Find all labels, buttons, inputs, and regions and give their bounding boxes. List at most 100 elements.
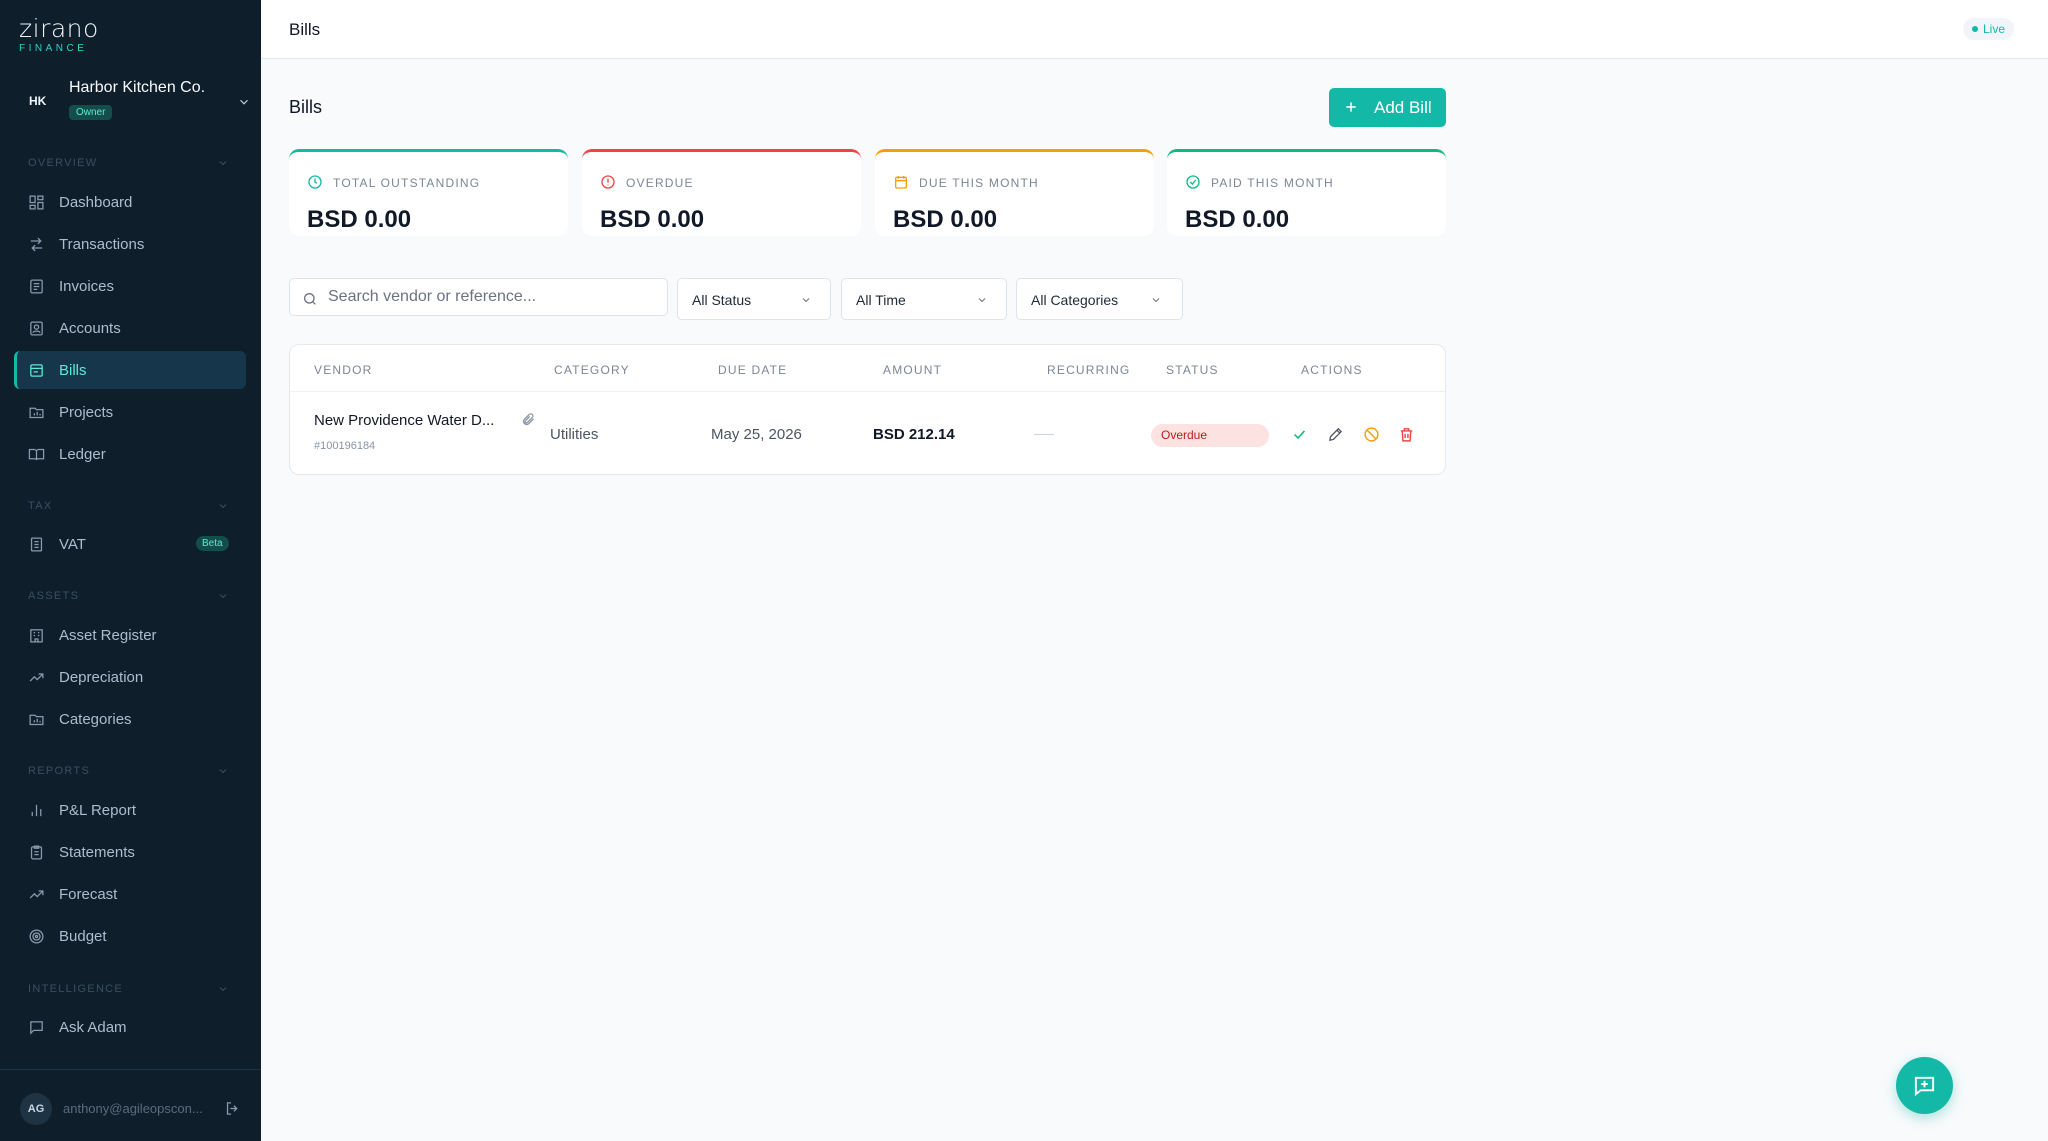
beta-badge: Beta xyxy=(196,536,229,551)
section-reports[interactable]: REPORTS xyxy=(28,765,90,777)
ban-icon[interactable] xyxy=(1363,426,1380,443)
vendor-reference: #100196184 xyxy=(314,440,376,452)
sidebar-item-vat[interactable]: VAT Beta xyxy=(14,525,246,563)
summary-card-paid-this-month: PAID THIS MONTH BSD 0.00 xyxy=(1167,149,1446,236)
receipt-icon xyxy=(30,364,43,377)
summary-card-overdue: OVERDUE BSD 0.00 xyxy=(582,149,861,236)
live-status-badge: Live xyxy=(1963,18,2015,40)
search-icon xyxy=(304,293,316,305)
card-value: BSD 0.00 xyxy=(307,206,412,233)
sidebar-item-label: Dashboard xyxy=(59,194,133,211)
sidebar-item-label: Statements xyxy=(59,844,135,861)
sidebar-item-label: Bills xyxy=(59,362,87,379)
bar-chart-icon xyxy=(31,804,42,817)
sidebar-item-ledger[interactable]: Ledger xyxy=(14,435,246,473)
pencil-icon[interactable] xyxy=(1327,426,1344,443)
column-header-recurring[interactable]: RECURRING xyxy=(1047,363,1130,377)
arrows-swap-icon xyxy=(30,237,43,252)
plus-icon xyxy=(1346,102,1356,112)
status-filter-value: All Status xyxy=(692,292,752,308)
due-date-cell: May 25, 2026 xyxy=(711,426,802,443)
calendar-icon xyxy=(895,176,907,189)
sidebar-item-asset-register[interactable]: Asset Register xyxy=(14,616,246,654)
column-header-vendor[interactable]: VENDOR xyxy=(314,363,373,377)
vendor-name[interactable]: New Providence Water D... xyxy=(314,412,494,429)
sidebar-item-label: Forecast xyxy=(59,886,118,903)
sidebar-item-label: Transactions xyxy=(59,236,145,253)
card-label: DUE THIS MONTH xyxy=(919,176,1039,190)
sidebar-item-invoices[interactable]: Invoices xyxy=(14,267,246,305)
time-filter-value: All Time xyxy=(856,292,906,308)
table-row[interactable]: New Providence Water D... #100196184 Uti… xyxy=(290,391,1445,475)
amount-cell: BSD 212.14 xyxy=(873,426,955,443)
sidebar-item-label: VAT xyxy=(59,536,86,553)
chevron-down-icon[interactable] xyxy=(217,983,229,995)
book-open-icon xyxy=(28,448,45,461)
top-header: Bills Live xyxy=(261,0,2048,59)
search-input[interactable] xyxy=(328,286,658,308)
user-footer: AG anthony@agileopscon... xyxy=(0,1069,261,1141)
column-header-actions: ACTIONS xyxy=(1301,363,1363,377)
time-filter-select[interactable]: All Time xyxy=(841,278,1007,320)
card-value: BSD 0.00 xyxy=(600,206,705,233)
sidebar-item-budget[interactable]: Budget xyxy=(14,917,246,955)
column-header-amount[interactable]: AMOUNT xyxy=(883,363,942,377)
sidebar-item-ask-adam[interactable]: Ask Adam xyxy=(14,1008,246,1046)
section-tax[interactable]: TAX xyxy=(28,500,52,512)
check-icon[interactable] xyxy=(1291,426,1308,443)
user-email: anthony@agileopscon... xyxy=(63,1101,203,1116)
section-overview[interactable]: OVERVIEW xyxy=(28,157,98,169)
column-header-status: STATUS xyxy=(1166,363,1219,377)
card-label: PAID THIS MONTH xyxy=(1211,176,1334,190)
card-value: BSD 0.00 xyxy=(893,206,998,233)
sidebar-item-bills[interactable]: Bills xyxy=(14,351,246,389)
card-label: OVERDUE xyxy=(626,176,694,190)
sidebar-item-depreciation[interactable]: Depreciation xyxy=(14,658,246,696)
search-box xyxy=(289,278,668,316)
chevron-down-icon[interactable] xyxy=(217,765,229,777)
sidebar-item-categories[interactable]: Categories xyxy=(14,700,246,738)
card-value: BSD 0.00 xyxy=(1185,206,1290,233)
chevron-down-icon xyxy=(240,99,248,105)
chat-plus-icon xyxy=(1914,1076,1935,1097)
sidebar-item-label: Budget xyxy=(59,928,107,945)
status-filter-select[interactable]: All Status xyxy=(677,278,831,320)
chevron-down-icon[interactable] xyxy=(217,157,229,169)
category-filter-select[interactable]: All Categories xyxy=(1016,278,1183,320)
add-bill-label: Add Bill xyxy=(1374,98,1432,117)
sidebar-item-label: Projects xyxy=(59,404,114,421)
sidebar-item-dashboard[interactable]: Dashboard xyxy=(14,183,246,221)
sidebar-item-label: Accounts xyxy=(59,320,121,337)
summary-card-due-this-month: DUE THIS MONTH BSD 0.00 xyxy=(875,149,1154,236)
chevron-down-icon[interactable] xyxy=(217,590,229,602)
header-title: Bills xyxy=(289,20,321,39)
sidebar-item-transactions[interactable]: Transactions xyxy=(14,225,246,263)
sidebar-item-forecast[interactable]: Forecast xyxy=(14,875,246,913)
clock-icon xyxy=(308,175,322,189)
section-assets[interactable]: ASSETS xyxy=(28,590,79,602)
page-title: Bills xyxy=(289,97,323,117)
sidebar-item-accounts[interactable]: Accounts xyxy=(14,309,246,347)
brand-logo[interactable]: zirano FINANCE xyxy=(19,16,99,55)
sidebar-item-label: Depreciation xyxy=(59,669,144,686)
section-intelligence[interactable]: INTELLIGENCE xyxy=(28,983,123,995)
sidebar-item-projects[interactable]: Projects xyxy=(14,393,246,431)
chat-fab-button[interactable] xyxy=(1896,1057,1953,1114)
paperclip-icon[interactable] xyxy=(521,412,536,427)
document-icon xyxy=(30,537,43,552)
sidebar-item-pl-report[interactable]: P&L Report xyxy=(14,791,246,829)
chevron-down-icon[interactable] xyxy=(217,500,229,512)
sidebar-item-label: Ledger xyxy=(59,446,106,463)
add-bill-button[interactable]: Add Bill xyxy=(1329,88,1446,127)
dashboard-icon xyxy=(29,195,44,210)
bills-table: VENDOR CATEGORY DUE DATE AMOUNT RECURRIN… xyxy=(289,344,1446,475)
avatar[interactable]: AG xyxy=(20,1093,52,1125)
column-header-due-date[interactable]: DUE DATE xyxy=(718,363,787,377)
logout-icon[interactable] xyxy=(224,1100,241,1117)
sidebar-item-label: Ask Adam xyxy=(59,1019,127,1036)
trash-icon[interactable] xyxy=(1398,426,1415,443)
column-header-category[interactable]: CATEGORY xyxy=(554,363,630,377)
sidebar-item-statements[interactable]: Statements xyxy=(14,833,246,871)
trend-icon xyxy=(29,673,44,682)
org-switcher[interactable]: HK Harbor Kitchen Co. Owner xyxy=(16,74,248,128)
